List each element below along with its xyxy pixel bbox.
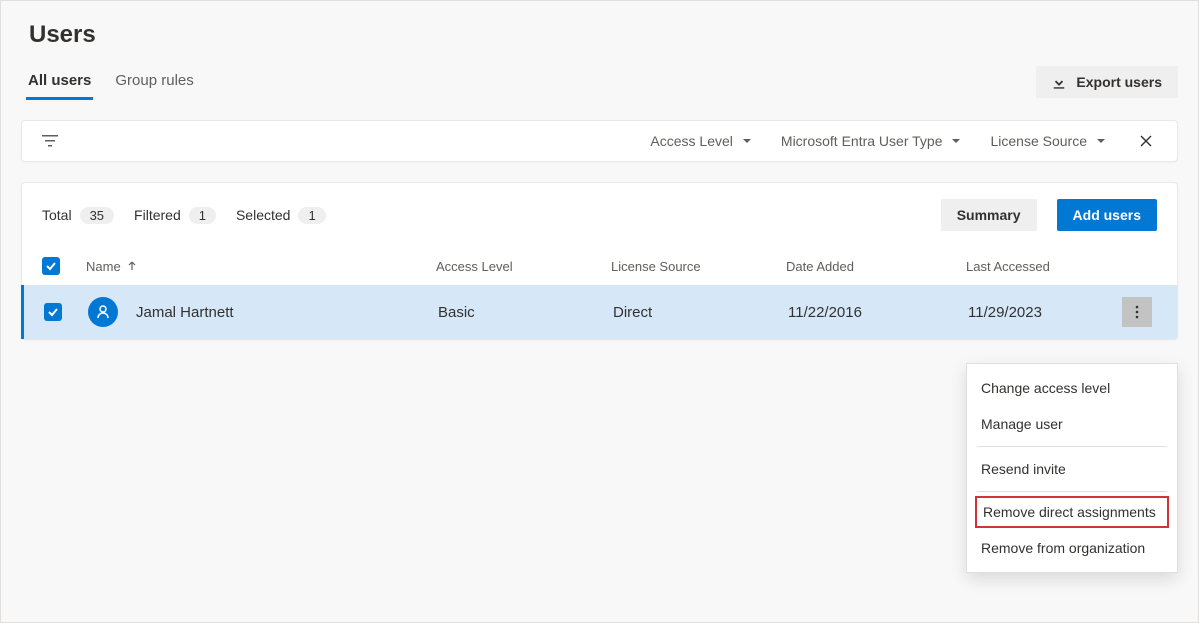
page-title: Users xyxy=(21,21,1178,49)
users-table-card: Total 35 Filtered 1 Selected 1 Summary A… xyxy=(21,182,1178,340)
export-label: Export users xyxy=(1076,74,1162,90)
users-page: Users All users Group rules Export users… xyxy=(0,0,1199,623)
filter-entra-type-label: Microsoft Entra User Type xyxy=(781,133,943,149)
sort-up-icon xyxy=(127,261,137,271)
menu-manage-user[interactable]: Manage user xyxy=(967,406,1177,442)
close-icon[interactable] xyxy=(1135,134,1157,148)
summary-button[interactable]: Summary xyxy=(941,199,1037,231)
menu-separator xyxy=(977,491,1167,492)
table-row[interactable]: Jamal Hartnett Basic Direct 11/22/2016 1… xyxy=(21,285,1177,339)
table-header: Name Access Level License Source Date Ad… xyxy=(22,247,1177,285)
filter-access-level-label: Access Level xyxy=(650,133,732,149)
more-actions-button[interactable] xyxy=(1122,297,1152,327)
stat-filtered-label: Filtered xyxy=(134,207,181,223)
menu-separator xyxy=(977,446,1167,447)
filter-bar: Access Level Microsoft Entra User Type L… xyxy=(21,120,1178,162)
tab-all-users[interactable]: All users xyxy=(26,64,93,100)
filter-license-source-label: License Source xyxy=(990,133,1087,149)
chevron-down-icon xyxy=(1095,135,1107,147)
column-header-source[interactable]: License Source xyxy=(611,259,786,274)
stat-selected: Selected 1 xyxy=(236,207,326,224)
tabs: All users Group rules xyxy=(26,64,196,100)
column-header-added[interactable]: Date Added xyxy=(786,259,966,274)
tab-group-rules[interactable]: Group rules xyxy=(113,64,195,100)
tab-row: All users Group rules Export users xyxy=(21,64,1178,100)
stat-filtered: Filtered 1 xyxy=(134,207,216,224)
user-name: Jamal Hartnett xyxy=(136,304,234,321)
filter-icon[interactable] xyxy=(42,134,58,148)
menu-change-access[interactable]: Change access level xyxy=(967,370,1177,406)
add-users-button[interactable]: Add users xyxy=(1057,199,1157,231)
chevron-down-icon xyxy=(741,135,753,147)
cell-license-source: Direct xyxy=(613,304,788,321)
cell-access-level: Basic xyxy=(438,304,613,321)
export-users-button[interactable]: Export users xyxy=(1036,66,1178,98)
stats-row: Total 35 Filtered 1 Selected 1 Summary A… xyxy=(22,183,1177,247)
stat-selected-label: Selected xyxy=(236,207,290,223)
column-header-access[interactable]: Access Level xyxy=(436,259,611,274)
row-checkbox[interactable] xyxy=(44,303,62,321)
cell-date-added: 11/22/2016 xyxy=(788,304,968,321)
chevron-down-icon xyxy=(950,135,962,147)
menu-resend-invite[interactable]: Resend invite xyxy=(967,451,1177,487)
menu-remove-direct[interactable]: Remove direct assignments xyxy=(975,496,1169,528)
stat-filtered-count: 1 xyxy=(189,207,216,224)
download-icon xyxy=(1052,75,1066,89)
filter-access-level[interactable]: Access Level xyxy=(650,133,752,149)
column-header-accessed[interactable]: Last Accessed xyxy=(966,259,1117,274)
menu-remove-org[interactable]: Remove from organization xyxy=(967,530,1177,566)
context-menu: Change access level Manage user Resend i… xyxy=(966,363,1178,573)
select-all-checkbox[interactable] xyxy=(42,257,60,275)
column-header-name[interactable]: Name xyxy=(86,259,436,274)
cell-last-accessed: 11/29/2023 xyxy=(968,304,1117,321)
avatar xyxy=(88,297,118,327)
filter-license-source[interactable]: License Source xyxy=(990,133,1107,149)
stat-total: Total 35 xyxy=(42,207,114,224)
stat-total-count: 35 xyxy=(80,207,114,224)
stat-total-label: Total xyxy=(42,207,72,223)
stat-selected-count: 1 xyxy=(298,207,325,224)
filter-entra-type[interactable]: Microsoft Entra User Type xyxy=(781,133,963,149)
